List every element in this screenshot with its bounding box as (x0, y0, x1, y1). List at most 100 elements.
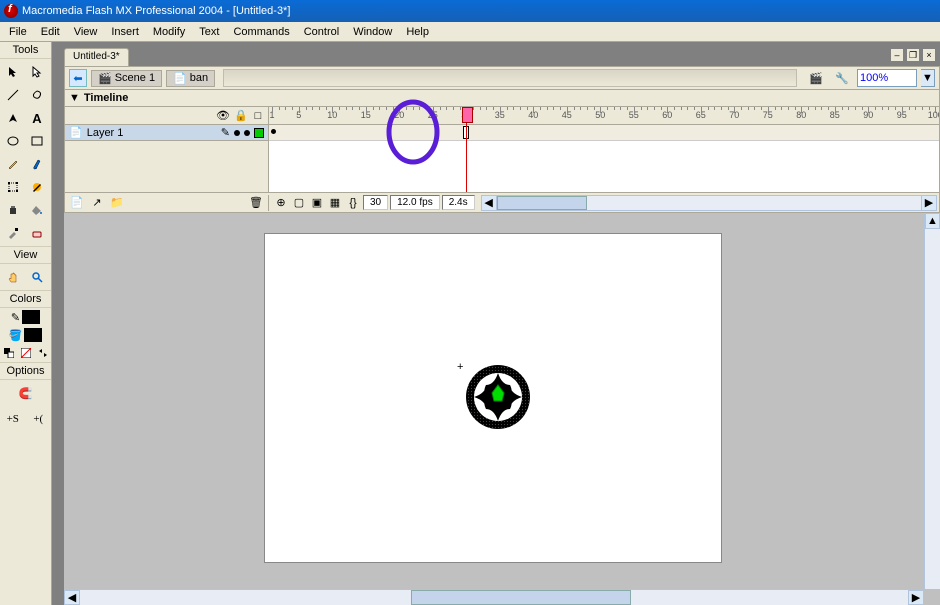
wheel-graphic[interactable] (464, 363, 532, 431)
fps-display: 12.0 fps (390, 195, 440, 210)
layer-lock-dot[interactable] (244, 130, 250, 136)
zoom-dropdown[interactable]: ▼ (921, 69, 935, 87)
add-layer-button[interactable]: 📄 (69, 195, 85, 211)
pen-tool[interactable] (2, 107, 24, 129)
layer-pencil-icon: ✎ (221, 126, 230, 139)
delete-layer-button[interactable]: 🗑 (248, 195, 264, 211)
timeline-footer: 📄 ↗ 📁 🗑 ⊕ ▢ ▣ ▦ {} 30 12.0 fps 2.4s (65, 192, 939, 212)
center-frame-button[interactable]: ⊕ (273, 195, 289, 211)
hscroll-thumb[interactable] (411, 590, 631, 605)
brush-tool[interactable] (26, 153, 48, 175)
stroke-color[interactable] (22, 310, 40, 324)
menu-modify[interactable]: Modify (146, 24, 192, 40)
timeline-header[interactable]: ▼ Timeline (65, 90, 939, 107)
swap-colors[interactable] (36, 346, 49, 360)
frames-column[interactable]: 1510152025303540455055606570758085909510… (269, 107, 939, 192)
pencil-icon: ✎ (11, 311, 20, 324)
oval-tool[interactable] (2, 130, 24, 152)
eyedropper-tool[interactable] (2, 222, 24, 244)
stage-hscroll[interactable]: ◀ ▶ (64, 589, 924, 605)
symbol-chip[interactable]: 📄 ban (166, 70, 215, 87)
ink-bottle-tool[interactable] (2, 199, 24, 221)
up-icon: ▲ (927, 215, 938, 227)
layer-outline-swatch[interactable] (254, 128, 264, 138)
text-tool[interactable]: A (26, 107, 48, 129)
rectangle-tool[interactable] (26, 130, 48, 152)
menu-file[interactable]: File (2, 24, 34, 40)
onion-skin-button[interactable]: ▢ (291, 195, 307, 211)
scroll-right-button[interactable]: ▶ (921, 195, 937, 211)
paint-bucket-tool[interactable] (26, 199, 48, 221)
smooth-option[interactable]: +S (2, 408, 24, 430)
scene-chip[interactable]: 🎬 Scene 1 (91, 70, 162, 87)
stage-vscroll[interactable]: ▲ (924, 213, 940, 589)
free-transform-tool[interactable] (2, 176, 24, 198)
onion-markers-button[interactable]: {} (345, 195, 361, 211)
eye-icon[interactable]: 👁 (216, 109, 228, 122)
edit-symbol-button[interactable]: 🔧 (831, 67, 853, 89)
scroll-track[interactable] (497, 195, 921, 211)
menu-insert[interactable]: Insert (104, 24, 146, 40)
window-title: Macromedia Flash MX Professional 2004 - … (22, 5, 936, 17)
fill-color[interactable] (24, 328, 42, 342)
frame-track[interactable] (269, 125, 939, 141)
timeline-scrollbar[interactable]: ◀ ▶ (481, 195, 937, 211)
doc-close[interactable]: × (922, 48, 936, 62)
line-tool[interactable] (2, 84, 24, 106)
document-tab[interactable]: Untitled-3* (64, 48, 129, 66)
magnet-option[interactable]: 🧲 (15, 382, 37, 404)
scroll-thumb[interactable] (497, 196, 587, 210)
no-color[interactable] (19, 346, 32, 360)
frame-ruler[interactable]: 1510152025303540455055606570758085909510… (269, 107, 939, 125)
edit-scene-button[interactable]: 🎬 (805, 67, 827, 89)
doc-minimize[interactable]: – (890, 48, 904, 62)
zoom-input[interactable]: 100% (857, 69, 917, 87)
stage-area[interactable]: + ▲ (64, 213, 940, 605)
menu-edit[interactable]: Edit (34, 24, 67, 40)
menu-control[interactable]: Control (297, 24, 346, 40)
app-icon (4, 4, 18, 18)
hscroll-right[interactable]: ▶ (908, 590, 924, 605)
scroll-left-button[interactable]: ◀ (481, 195, 497, 211)
hscroll-track[interactable] (80, 590, 908, 605)
back-button[interactable]: ⬅ (69, 69, 87, 87)
time-display: 2.4s (442, 195, 475, 210)
eraser-tool[interactable] (26, 222, 48, 244)
bucket-icon: 🪣 (9, 329, 23, 342)
hscroll-left[interactable]: ◀ (64, 590, 80, 605)
lock-icon[interactable]: 🔒 (234, 109, 246, 122)
timeline-title: Timeline (84, 92, 128, 104)
add-folder-button[interactable]: 📁 (109, 195, 125, 211)
menu-help[interactable]: Help (399, 24, 436, 40)
fill-transform-tool[interactable] (26, 176, 48, 198)
doc-restore[interactable]: ❐ (906, 48, 920, 62)
menu-window[interactable]: Window (346, 24, 399, 40)
keyframe-1[interactable] (271, 129, 276, 134)
magnet-icon: 🧲 (19, 387, 33, 400)
hand-tool[interactable] (2, 266, 24, 288)
playhead[interactable] (466, 107, 467, 192)
menu-text[interactable]: Text (192, 24, 226, 40)
menu-commands[interactable]: Commands (226, 24, 296, 40)
subselection-tool[interactable] (26, 61, 48, 83)
straighten-option[interactable]: +( (28, 408, 50, 430)
back-icon: ⬅ (73, 72, 82, 85)
layer-visible-dot[interactable] (234, 130, 240, 136)
vscroll-up[interactable]: ▲ (925, 213, 940, 229)
menu-view[interactable]: View (67, 24, 105, 40)
default-colors[interactable] (2, 346, 15, 360)
onion-outline-button[interactable]: ▣ (309, 195, 325, 211)
add-guide-button[interactable]: ↗ (89, 195, 105, 211)
selection-tool[interactable] (2, 61, 24, 83)
layer-row[interactable]: 📄 Layer 1 ✎ (65, 125, 268, 141)
tools-title: Tools (0, 42, 51, 59)
menubar: File Edit View Insert Modify Text Comman… (0, 22, 940, 42)
pencil-tool[interactable] (2, 153, 24, 175)
editbar-spacer (223, 69, 797, 87)
outline-icon[interactable]: □ (252, 110, 264, 122)
layer-column: 👁 🔒 □ 📄 Layer 1 ✎ (65, 107, 269, 192)
lasso-tool[interactable] (26, 84, 48, 106)
timeline-panel: ▼ Timeline 👁 🔒 □ 📄 Layer 1 ✎ (64, 90, 940, 213)
edit-multiple-button[interactable]: ▦ (327, 195, 343, 211)
zoom-tool[interactable] (26, 266, 48, 288)
